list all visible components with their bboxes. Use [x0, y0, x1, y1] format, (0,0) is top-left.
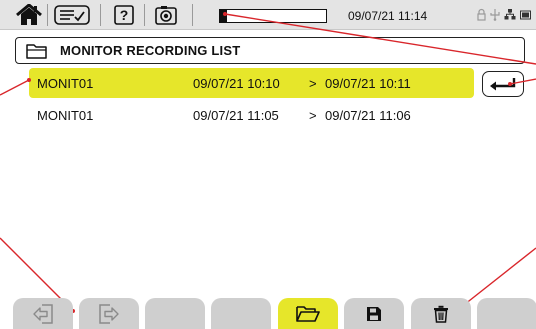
- camera-icon: [155, 6, 177, 25]
- help-icon: ?: [114, 5, 134, 25]
- recording-name: MONIT01: [37, 107, 94, 123]
- top-toolbar: ? 09/07/21 11:14: [0, 0, 536, 30]
- toolbar-divider: [144, 4, 145, 26]
- recording-separator: >: [309, 75, 317, 91]
- save-icon: [367, 306, 381, 321]
- progress-fill: [220, 10, 228, 22]
- status-icons: [477, 8, 532, 21]
- home-button[interactable]: [14, 4, 44, 26]
- toolbar-divider: [47, 4, 48, 26]
- enter-button[interactable]: [482, 71, 524, 97]
- usb-icon: [490, 9, 500, 21]
- function-key-empty[interactable]: [145, 298, 205, 329]
- exit-right-icon: [99, 303, 119, 324]
- panel-header: MONITOR RECORDING LIST: [15, 37, 525, 64]
- lock-icon: [477, 8, 486, 21]
- exit-right-button[interactable]: [79, 298, 139, 329]
- save-button[interactable]: [344, 298, 404, 329]
- enter-return-icon: [490, 78, 516, 91]
- recording-separator: >: [309, 107, 317, 123]
- recording-end: 09/07/21 10:11: [325, 75, 411, 91]
- exit-left-button[interactable]: [13, 298, 73, 329]
- panel-title: MONITOR RECORDING LIST: [60, 43, 241, 58]
- screenshot-button[interactable]: [154, 4, 178, 26]
- recording-row[interactable]: MONIT01 09/07/21 11:05 > 09/07/21 11:06: [29, 100, 474, 130]
- recording-end: 09/07/21 11:06: [325, 107, 411, 123]
- toolbar-divider: [192, 4, 193, 26]
- function-key-empty[interactable]: [211, 298, 271, 329]
- home-icon: [16, 4, 42, 25]
- recording-start: 09/07/21 10:10: [193, 75, 280, 91]
- exit-left-icon: [33, 303, 53, 324]
- function-key-empty[interactable]: [477, 298, 536, 329]
- checklist-icon: [54, 5, 90, 25]
- recording-row-selected[interactable]: MONIT01 09/07/21 10:10 > 09/07/21 10:11: [29, 68, 474, 98]
- open-folder-button[interactable]: [278, 298, 338, 329]
- help-button[interactable]: ?: [113, 4, 135, 26]
- callout-line: [0, 79, 30, 96]
- clock-datetime: 09/07/21 11:14: [348, 9, 428, 23]
- recording-progress-bar: [219, 9, 327, 23]
- delete-button[interactable]: [411, 298, 471, 329]
- toolbar-divider: [100, 4, 101, 26]
- folder-icon: [26, 43, 47, 59]
- open-folder-icon: [296, 305, 320, 322]
- checklist-button[interactable]: [54, 4, 90, 26]
- recording-start: 09/07/21 11:05: [193, 107, 279, 123]
- trash-icon: [434, 305, 448, 323]
- help-label: ?: [120, 7, 129, 23]
- recording-name: MONIT01: [37, 75, 94, 91]
- battery-icon: [520, 10, 531, 20]
- network-icon: [504, 9, 516, 20]
- function-key-bar: [0, 298, 536, 329]
